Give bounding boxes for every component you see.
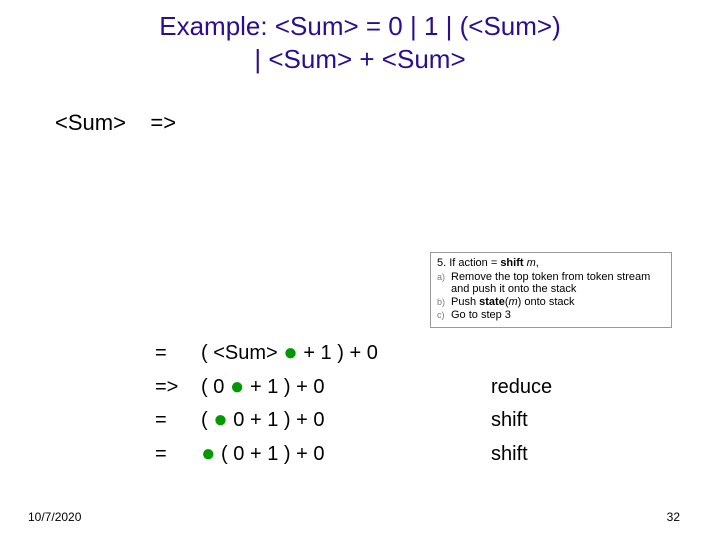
derives-arrow: => [150,110,176,135]
dot-icon: ● [230,373,245,400]
action-shift-rule-box: 5. If action = shift m, a) Remove the to… [430,252,672,328]
slide: Example: <Sum> = 0 | 1 | (<Sum>) | <Sum>… [0,0,720,540]
step-expr: ● ( 0 + 1 ) + 0 [201,436,491,470]
rule-sub-a: a) Remove the top token from token strea… [437,271,665,295]
rule-main-line: 5. If action = shift m, [437,257,665,269]
step-expr: ( 0 ● + 1 ) + 0 [201,369,491,403]
title-line-2: | <Sum> + <Sum> [0,43,720,76]
step-op: = [155,440,201,468]
step-action: reduce [491,373,552,401]
sub-text-c: Go to step 3 [451,309,665,321]
dot-icon: ● [201,440,216,467]
title-line-1: Example: <Sum> = 0 | 1 | (<Sum>) [0,10,720,43]
step-op: => [155,373,201,401]
rule-number: 5. [437,257,446,269]
derivation-start: <Sum> => [55,110,176,136]
slide-title: Example: <Sum> = 0 | 1 | (<Sum>) | <Sum>… [0,10,720,75]
step-action: shift [491,440,528,468]
derivation-steps: = ( <Sum> ● + 1 ) + 0 => ( 0 ● + 1 ) + 0… [155,335,552,469]
step-op: = [155,339,201,367]
step-row: = ( ● 0 + 1 ) + 0 shift [155,402,552,436]
footer-date: 10/7/2020 [28,510,81,524]
rule-m: m [524,257,536,269]
sub-text-a: Remove the top token from token stream a… [451,271,665,295]
rule-comma: , [536,257,539,269]
dot-icon: ● [213,406,228,433]
rule-shift-word: shift [500,257,523,269]
step-action: shift [491,406,528,434]
dot-icon: ● [283,339,298,366]
step-row: = ● ( 0 + 1 ) + 0 shift [155,436,552,470]
sub-letter-c: c) [437,309,451,321]
rule-text-prefix: If action = [449,257,500,269]
step-row: => ( 0 ● + 1 ) + 0 reduce [155,369,552,403]
sub-letter-b: b) [437,296,451,308]
rule-sub-c: c) Go to step 3 [437,309,665,321]
footer-page-number: 32 [667,510,680,524]
sub-letter-a: a) [437,271,451,295]
sub-text-b: Push state(m) onto stack [451,296,665,308]
rule-sub-b: b) Push state(m) onto stack [437,296,665,308]
lhs-symbol: <Sum> [55,110,126,135]
step-expr: ( ● 0 + 1 ) + 0 [201,402,491,436]
step-row: = ( <Sum> ● + 1 ) + 0 [155,335,552,369]
step-op: = [155,406,201,434]
step-expr: ( <Sum> ● + 1 ) + 0 [201,335,491,369]
